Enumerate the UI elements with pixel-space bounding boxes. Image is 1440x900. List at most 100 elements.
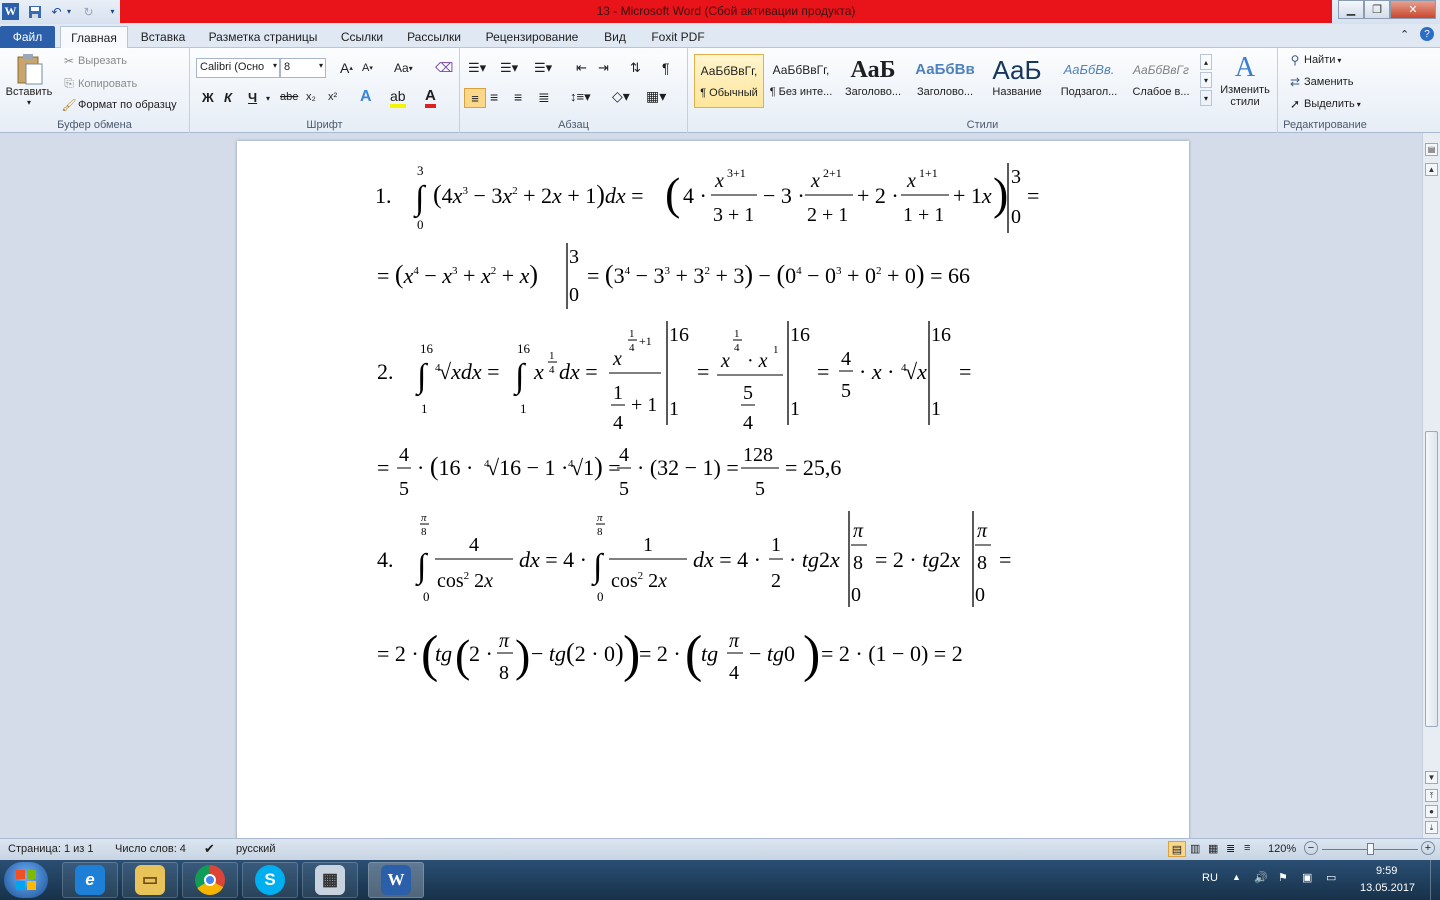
document-page[interactable]: 1. 3 ∫ 0 (4x3 − 3x2 + 2x + 1)dx = ( 4 · … bbox=[237, 141, 1189, 838]
cut-button[interactable]: ✂ Вырезать bbox=[60, 54, 127, 68]
justify-icon[interactable]: ≣ bbox=[538, 89, 550, 106]
tab-home[interactable]: Главная bbox=[60, 26, 128, 48]
tab-foxit-pdf[interactable]: Foxit PDF bbox=[643, 26, 713, 48]
bold-button[interactable]: Ж bbox=[202, 90, 214, 105]
scroll-down-button[interactable]: ▼ bbox=[1425, 771, 1438, 784]
scroll-up-button[interactable]: ▲ bbox=[1425, 163, 1438, 176]
find-button[interactable]: ⚲ Найти ▾ bbox=[1286, 53, 1342, 67]
spellcheck-icon[interactable]: ✔ bbox=[204, 841, 215, 857]
strikethrough-button[interactable]: abe bbox=[280, 91, 298, 103]
tab-page-layout[interactable]: Разметка страницы bbox=[200, 26, 326, 48]
redo-icon[interactable]: ↻ bbox=[80, 3, 97, 20]
style-heading2[interactable]: АаБбВв Заголово... bbox=[910, 54, 980, 108]
zoom-in-button[interactable]: + bbox=[1421, 841, 1435, 855]
shrink-font-button[interactable]: A ▾ bbox=[362, 62, 373, 74]
clock-time[interactable]: 9:59 bbox=[1376, 865, 1397, 877]
language-indicator[interactable]: русский bbox=[236, 843, 275, 855]
power-icon[interactable]: ▭ bbox=[1326, 871, 1336, 884]
style-normal[interactable]: АаБбВвГг, ¶ Обычный bbox=[694, 54, 764, 108]
show-marks-icon[interactable]: ¶ bbox=[662, 60, 670, 76]
scroll-thumb[interactable] bbox=[1425, 431, 1438, 727]
font-name-box[interactable]: Calibri (Осно ▾ bbox=[196, 58, 280, 78]
taskbar-word[interactable]: W bbox=[368, 862, 424, 898]
page-count[interactable]: Страница: 1 из 1 bbox=[8, 843, 94, 855]
style-subtitle[interactable]: АаБбВв. Подзагол... bbox=[1054, 54, 1124, 108]
numbering-icon[interactable]: ☰▾ bbox=[500, 60, 518, 76]
ribbon-minimize-icon[interactable]: ⌃ bbox=[1400, 28, 1409, 41]
word-count[interactable]: Число слов: 4 bbox=[115, 843, 186, 855]
tab-file[interactable]: Файл bbox=[0, 26, 55, 48]
full-screen-reading-icon[interactable]: ▥ bbox=[1190, 842, 1200, 855]
change-case-button[interactable]: Aa ▾ bbox=[394, 61, 413, 75]
minimize-button[interactable]: ▁ bbox=[1338, 0, 1364, 19]
next-page-icon[interactable]: ⤓ bbox=[1425, 821, 1438, 834]
maximize-button[interactable]: ❐ bbox=[1364, 0, 1390, 19]
show-hidden-icons[interactable]: ▲ bbox=[1232, 872, 1241, 882]
italic-button[interactable]: К bbox=[224, 90, 232, 105]
web-layout-icon[interactable]: ▦ bbox=[1208, 842, 1218, 855]
style-no-spacing[interactable]: АаБбВвГг, ¶ Без инте... bbox=[766, 54, 836, 108]
word-app-icon[interactable]: W bbox=[2, 3, 19, 20]
outline-icon[interactable]: ≣ bbox=[1226, 842, 1235, 855]
taskbar-internet-explorer[interactable]: e bbox=[62, 862, 118, 898]
tab-mailings[interactable]: Рассылки bbox=[398, 26, 470, 48]
taskbar-calculator[interactable]: ▦ bbox=[302, 862, 358, 898]
align-right-icon[interactable]: ≡ bbox=[514, 89, 522, 105]
browse-object-icon[interactable]: ● bbox=[1425, 805, 1438, 818]
undo-icon[interactable]: ↶ bbox=[48, 3, 65, 20]
ruler-toggle-icon[interactable]: ▤ bbox=[1425, 143, 1438, 156]
action-center-icon[interactable]: ⚑ bbox=[1278, 871, 1288, 884]
styles-scroll-down-icon[interactable]: ▾ bbox=[1200, 72, 1212, 88]
tab-references[interactable]: Ссылки bbox=[333, 26, 391, 48]
superscript-button[interactable]: x² bbox=[328, 91, 337, 103]
zoom-level[interactable]: 120% bbox=[1268, 843, 1296, 855]
tab-review[interactable]: Рецензирование bbox=[477, 26, 587, 48]
text-effects-icon[interactable]: A bbox=[360, 88, 372, 106]
zoom-out-button[interactable]: − bbox=[1304, 841, 1318, 855]
line-spacing-icon[interactable]: ↕≡▾ bbox=[570, 89, 591, 105]
decrease-indent-icon[interactable]: ⇤ bbox=[576, 60, 587, 76]
sort-icon[interactable]: ⇅ bbox=[630, 60, 641, 76]
replace-button[interactable]: ⇄ Заменить bbox=[1286, 75, 1353, 89]
font-color-icon[interactable]: A bbox=[425, 87, 436, 108]
grow-font-button[interactable]: A ▴ bbox=[340, 60, 353, 76]
increase-indent-icon[interactable]: ⇥ bbox=[598, 60, 609, 76]
vertical-scrollbar[interactable]: ▤ ▲ ▼ ⤒ ● ⤓ bbox=[1422, 133, 1440, 838]
tab-view[interactable]: Вид bbox=[594, 26, 636, 48]
align-left-icon[interactable]: ≡ bbox=[464, 88, 486, 108]
format-painter-button[interactable]: 🖌 Формат по образцу bbox=[60, 98, 176, 112]
change-styles-button[interactable]: A Изменить стили bbox=[1216, 52, 1274, 108]
network-icon[interactable]: ▣ bbox=[1302, 871, 1312, 884]
input-language[interactable]: RU bbox=[1202, 872, 1218, 884]
bullets-icon[interactable]: ☰▾ bbox=[468, 60, 486, 76]
show-desktop-button[interactable] bbox=[1430, 860, 1440, 900]
font-size-box[interactable]: 8 ▾ bbox=[280, 58, 326, 78]
taskbar-explorer[interactable]: ▭ bbox=[122, 862, 178, 898]
styles-more-icon[interactable]: ▾ bbox=[1200, 90, 1212, 106]
align-center-icon[interactable]: ≡ bbox=[490, 89, 498, 105]
style-heading1[interactable]: АаБ Заголово... bbox=[838, 54, 908, 108]
taskbar-chrome[interactable] bbox=[182, 862, 238, 898]
style-title[interactable]: АаБ Название bbox=[982, 54, 1052, 108]
clock-date[interactable]: 13.05.2017 bbox=[1360, 882, 1415, 894]
copy-button[interactable]: ⎘ Копировать bbox=[60, 76, 137, 91]
customize-qat-icon[interactable]: ▾ bbox=[104, 3, 121, 20]
shading-icon[interactable]: ◇▾ bbox=[612, 88, 630, 105]
subscript-button[interactable]: x₂ bbox=[306, 91, 316, 103]
undo-dropdown-icon[interactable]: ▾ bbox=[64, 3, 74, 20]
start-button[interactable] bbox=[4, 862, 48, 898]
select-button[interactable]: ➚ Выделить ▾ bbox=[1286, 97, 1361, 111]
style-subtle-emphasis[interactable]: АаБбВвГг Слабое в... bbox=[1126, 54, 1196, 108]
close-button[interactable]: ✕ bbox=[1390, 0, 1436, 19]
styles-scroll-up-icon[interactable]: ▴ bbox=[1200, 54, 1212, 70]
multilevel-list-icon[interactable]: ☰▾ bbox=[534, 60, 552, 76]
volume-icon[interactable]: 🔊 bbox=[1254, 871, 1268, 884]
print-layout-icon[interactable]: ▤ bbox=[1168, 841, 1186, 857]
underline-dropdown-icon[interactable]: ▾ bbox=[266, 94, 270, 103]
draft-icon[interactable]: ≡ bbox=[1244, 842, 1250, 854]
taskbar-skype[interactable]: S bbox=[242, 862, 298, 898]
paste-button[interactable]: Вставить ▾ bbox=[4, 52, 54, 114]
highlight-icon[interactable]: ab bbox=[390, 88, 406, 108]
zoom-slider-thumb[interactable] bbox=[1367, 843, 1374, 855]
previous-page-icon[interactable]: ⤒ bbox=[1425, 789, 1438, 802]
